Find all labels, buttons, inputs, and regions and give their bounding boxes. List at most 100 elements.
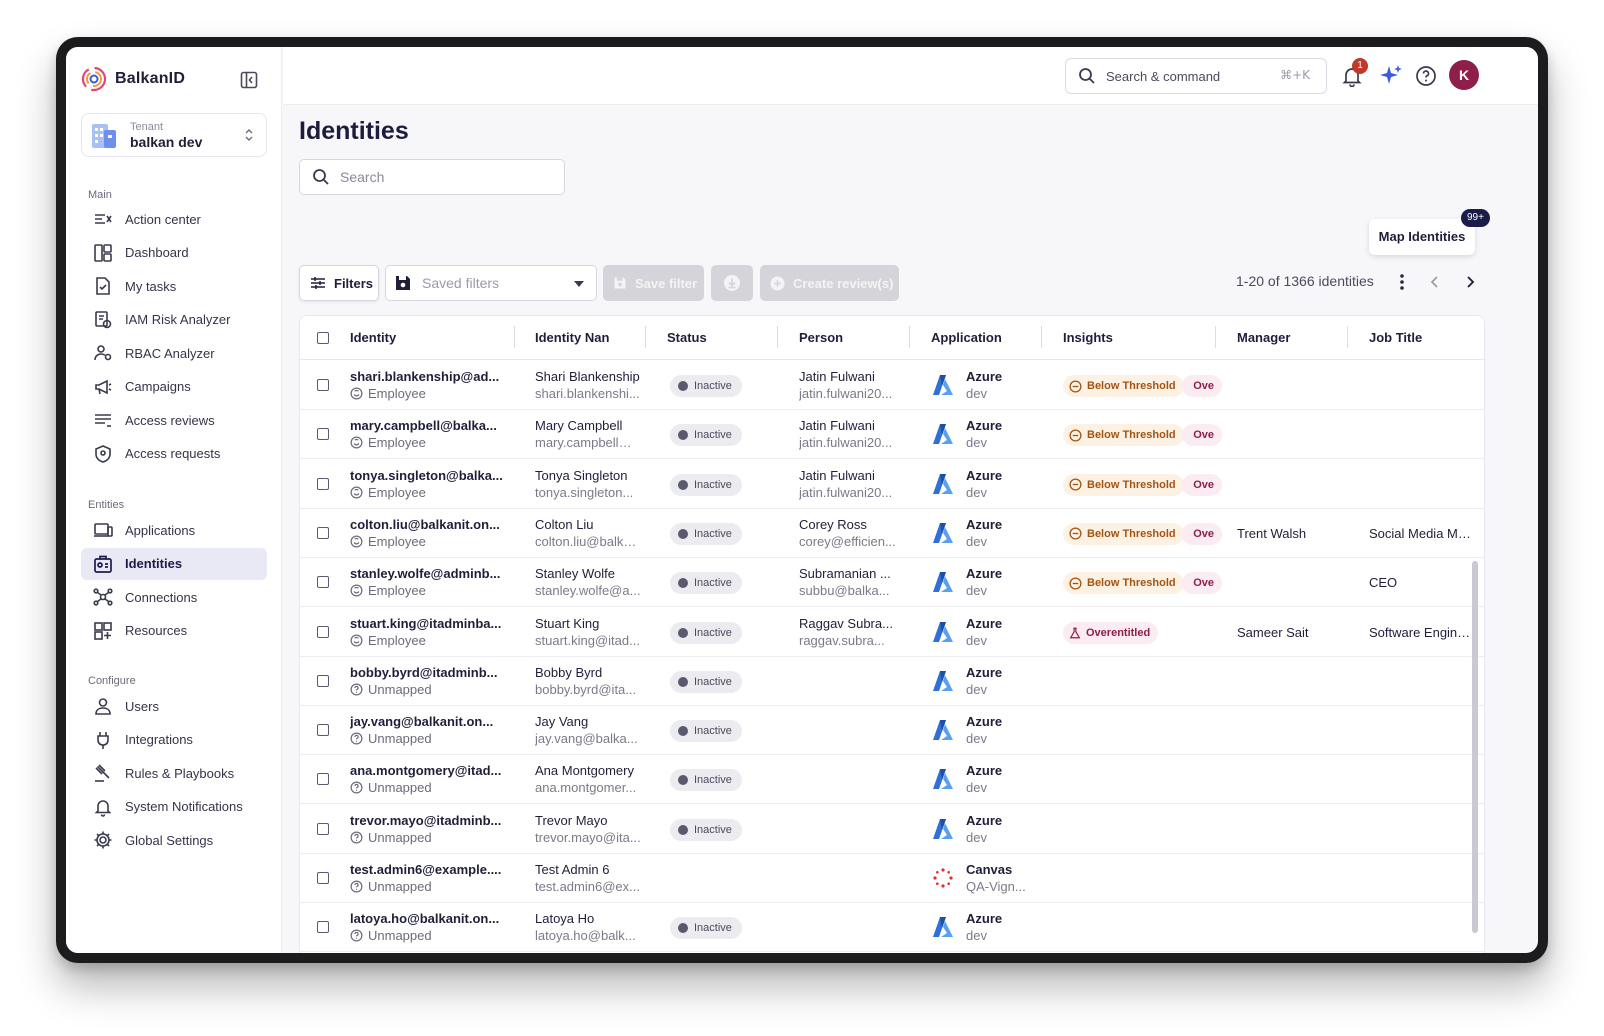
table-row[interactable]: shari.blankenship@ad... Employee Shari Bla… bbox=[300, 361, 1484, 410]
save-filter-button[interactable]: Save filter bbox=[603, 265, 704, 301]
table-row[interactable]: stanley.wolfe@adminb... Employee Stanley W… bbox=[300, 558, 1484, 608]
row-checkbox[interactable] bbox=[317, 822, 329, 835]
sidebar-collapse-icon[interactable] bbox=[240, 71, 258, 89]
sidebar-item-identities[interactable]: Identities bbox=[81, 547, 267, 580]
more-vertical-icon[interactable] bbox=[1399, 273, 1405, 291]
person-name[interactable]: Subramanian ... bbox=[799, 566, 899, 581]
chevron-left-icon[interactable] bbox=[1428, 275, 1442, 289]
table-row[interactable]: stuart.king@itadminba... Employee Stuart K… bbox=[300, 608, 1484, 657]
column-header-job-title[interactable]: Job Title bbox=[1369, 330, 1422, 345]
identity-value[interactable]: test.admin6@example.... bbox=[350, 862, 510, 877]
filters-button[interactable]: Filters bbox=[299, 265, 379, 301]
sidebar-item-connections[interactable]: Connections bbox=[81, 581, 267, 613]
column-header-identity[interactable]: Identity bbox=[350, 330, 396, 345]
person-name[interactable]: Raggav Subra... bbox=[799, 616, 899, 631]
application-name[interactable]: Azure bbox=[966, 616, 1036, 631]
sidebar-item-rbac-analyzer[interactable]: RBAC Analyzer bbox=[81, 337, 267, 369]
application-name[interactable]: Canvas bbox=[966, 862, 1036, 877]
chevron-right-icon[interactable] bbox=[1463, 275, 1477, 289]
column-header-manager[interactable]: Manager bbox=[1237, 330, 1290, 345]
sidebar-item-resources[interactable]: Resources bbox=[81, 615, 267, 647]
table-row[interactable]: bobby.byrd@itadminb... Unmapped Bobby Byrd… bbox=[300, 657, 1484, 706]
application-name[interactable]: Azure bbox=[966, 763, 1036, 778]
application-name[interactable]: Azure bbox=[966, 418, 1036, 433]
identity-value[interactable]: colton.liu@balkanit.on... bbox=[350, 517, 510, 532]
brand[interactable]: BalkanID bbox=[81, 65, 185, 93]
table-row[interactable]: trevor.mayo@itadminb... Unmapped Trevor Ma… bbox=[300, 805, 1484, 854]
column-header-identity-name[interactable]: Identity Nan bbox=[535, 330, 609, 345]
tenant-selector[interactable]: Tenant balkan dev bbox=[81, 113, 267, 157]
row-checkbox[interactable] bbox=[317, 625, 329, 638]
user-avatar[interactable]: K bbox=[1449, 60, 1479, 90]
identity-value[interactable]: latoya.ho@balkanit.on... bbox=[350, 911, 510, 926]
sidebar-item-campaigns[interactable]: Campaigns bbox=[81, 371, 267, 403]
table-row[interactable]: latoya.ho@balkanit.on... Unmapped Latoya H… bbox=[300, 903, 1484, 953]
sidebar-item-my-tasks[interactable]: My tasks bbox=[81, 270, 267, 302]
table-row[interactable]: mary.campbell@balka... Employee Mary Campb… bbox=[300, 410, 1484, 460]
create-review-button[interactable]: Create review(s) bbox=[760, 265, 899, 301]
sidebar-item-dashboard[interactable]: Dashboard bbox=[81, 237, 267, 269]
application-name[interactable]: Azure bbox=[966, 714, 1036, 729]
sidebar-item-integrations[interactable]: Integrations bbox=[81, 724, 267, 756]
application-name[interactable]: Azure bbox=[966, 665, 1036, 680]
sidebar-item-action-center[interactable]: Action center bbox=[81, 203, 267, 235]
identity-value[interactable]: stuart.king@itadminba... bbox=[350, 616, 510, 631]
column-header-person[interactable]: Person bbox=[799, 330, 843, 345]
table-row[interactable]: ana.montgomery@itad... Unmapped Ana Montgo… bbox=[300, 755, 1484, 805]
application-name[interactable]: Azure bbox=[966, 468, 1036, 483]
row-checkbox[interactable] bbox=[317, 872, 329, 884]
manager-name[interactable]: Sameer Sait bbox=[1237, 625, 1343, 640]
application-name[interactable]: Azure bbox=[966, 369, 1036, 384]
table-row[interactable]: jay.vang@balkanit.on... Unmapped Jay Vang j… bbox=[300, 706, 1484, 756]
select-all-checkbox[interactable] bbox=[317, 332, 329, 344]
identity-value[interactable]: bobby.byrd@itadminb... bbox=[350, 665, 510, 680]
table-row[interactable]: colton.liu@balkanit.on... Employee Colton … bbox=[300, 509, 1484, 558]
identity-value[interactable]: mary.campbell@balka... bbox=[350, 418, 510, 433]
command-search[interactable]: Search & command ⌘+K bbox=[1065, 58, 1327, 94]
identity-value[interactable]: tonya.singleton@balka... bbox=[350, 468, 510, 483]
sidebar-item-access-reviews[interactable]: Access reviews bbox=[81, 404, 267, 436]
identity-value[interactable]: shari.blankenship@ad... bbox=[350, 369, 510, 384]
person-name[interactable]: Jatin Fulwani bbox=[799, 418, 899, 433]
column-header-insights[interactable]: Insights bbox=[1063, 330, 1113, 345]
row-checkbox[interactable] bbox=[317, 773, 329, 786]
row-checkbox[interactable] bbox=[317, 674, 329, 687]
identity-value[interactable]: jay.vang@balkanit.on... bbox=[350, 714, 510, 729]
application-name[interactable]: Azure bbox=[966, 566, 1036, 581]
sidebar-item-global-settings[interactable]: Global Settings bbox=[81, 824, 267, 856]
manager-name[interactable]: Trent Walsh bbox=[1237, 526, 1343, 541]
map-identities-button[interactable]: Map Identities bbox=[1369, 219, 1475, 255]
table-scrollbar[interactable] bbox=[1472, 561, 1478, 933]
application-name[interactable]: Azure bbox=[966, 813, 1036, 828]
application-name[interactable]: Azure bbox=[966, 911, 1036, 926]
person-name[interactable]: Corey Ross bbox=[799, 517, 899, 532]
identities-search-input[interactable]: Search bbox=[299, 159, 565, 195]
table-row[interactable]: tonya.singleton@balka... Employee Tonya Si… bbox=[300, 460, 1484, 509]
identity-value[interactable]: ana.montgomery@itad... bbox=[350, 763, 510, 778]
application-name[interactable]: Azure bbox=[966, 517, 1036, 532]
row-checkbox[interactable] bbox=[317, 526, 329, 539]
row-checkbox[interactable] bbox=[317, 724, 329, 737]
saved-filters-select[interactable]: Saved filters bbox=[385, 265, 597, 301]
identity-value[interactable]: stanley.wolfe@adminb... bbox=[350, 566, 510, 581]
download-button[interactable] bbox=[711, 265, 753, 301]
row-checkbox[interactable] bbox=[317, 477, 329, 490]
row-checkbox[interactable] bbox=[317, 379, 329, 391]
sidebar-item-users[interactable]: Users bbox=[81, 690, 267, 722]
help-icon[interactable] bbox=[1415, 65, 1437, 87]
sidebar-item-system-notifications[interactable]: System Notifications bbox=[81, 791, 267, 823]
sidebar-item-iam-risk-analyzer[interactable]: IAM Risk Analyzer bbox=[81, 304, 267, 336]
row-checkbox[interactable] bbox=[317, 428, 329, 441]
table-row[interactable]: test.admin6@example.... Unmapped Test Admi… bbox=[300, 854, 1484, 903]
sidebar-item-applications[interactable]: Applications bbox=[81, 514, 267, 546]
sidebar-item-access-requests[interactable]: Access requests bbox=[81, 438, 267, 470]
person-name[interactable]: Jatin Fulwani bbox=[799, 468, 899, 483]
column-header-application[interactable]: Application bbox=[931, 330, 1002, 345]
person-name[interactable]: Jatin Fulwani bbox=[799, 369, 899, 384]
column-header-status[interactable]: Status bbox=[667, 330, 707, 345]
ai-sparkle-icon[interactable] bbox=[1379, 63, 1403, 87]
row-checkbox[interactable] bbox=[317, 576, 329, 589]
sidebar-item-rules-playbooks[interactable]: Rules & Playbooks bbox=[81, 757, 267, 789]
row-checkbox[interactable] bbox=[317, 921, 329, 934]
identity-value[interactable]: trevor.mayo@itadminb... bbox=[350, 813, 510, 828]
